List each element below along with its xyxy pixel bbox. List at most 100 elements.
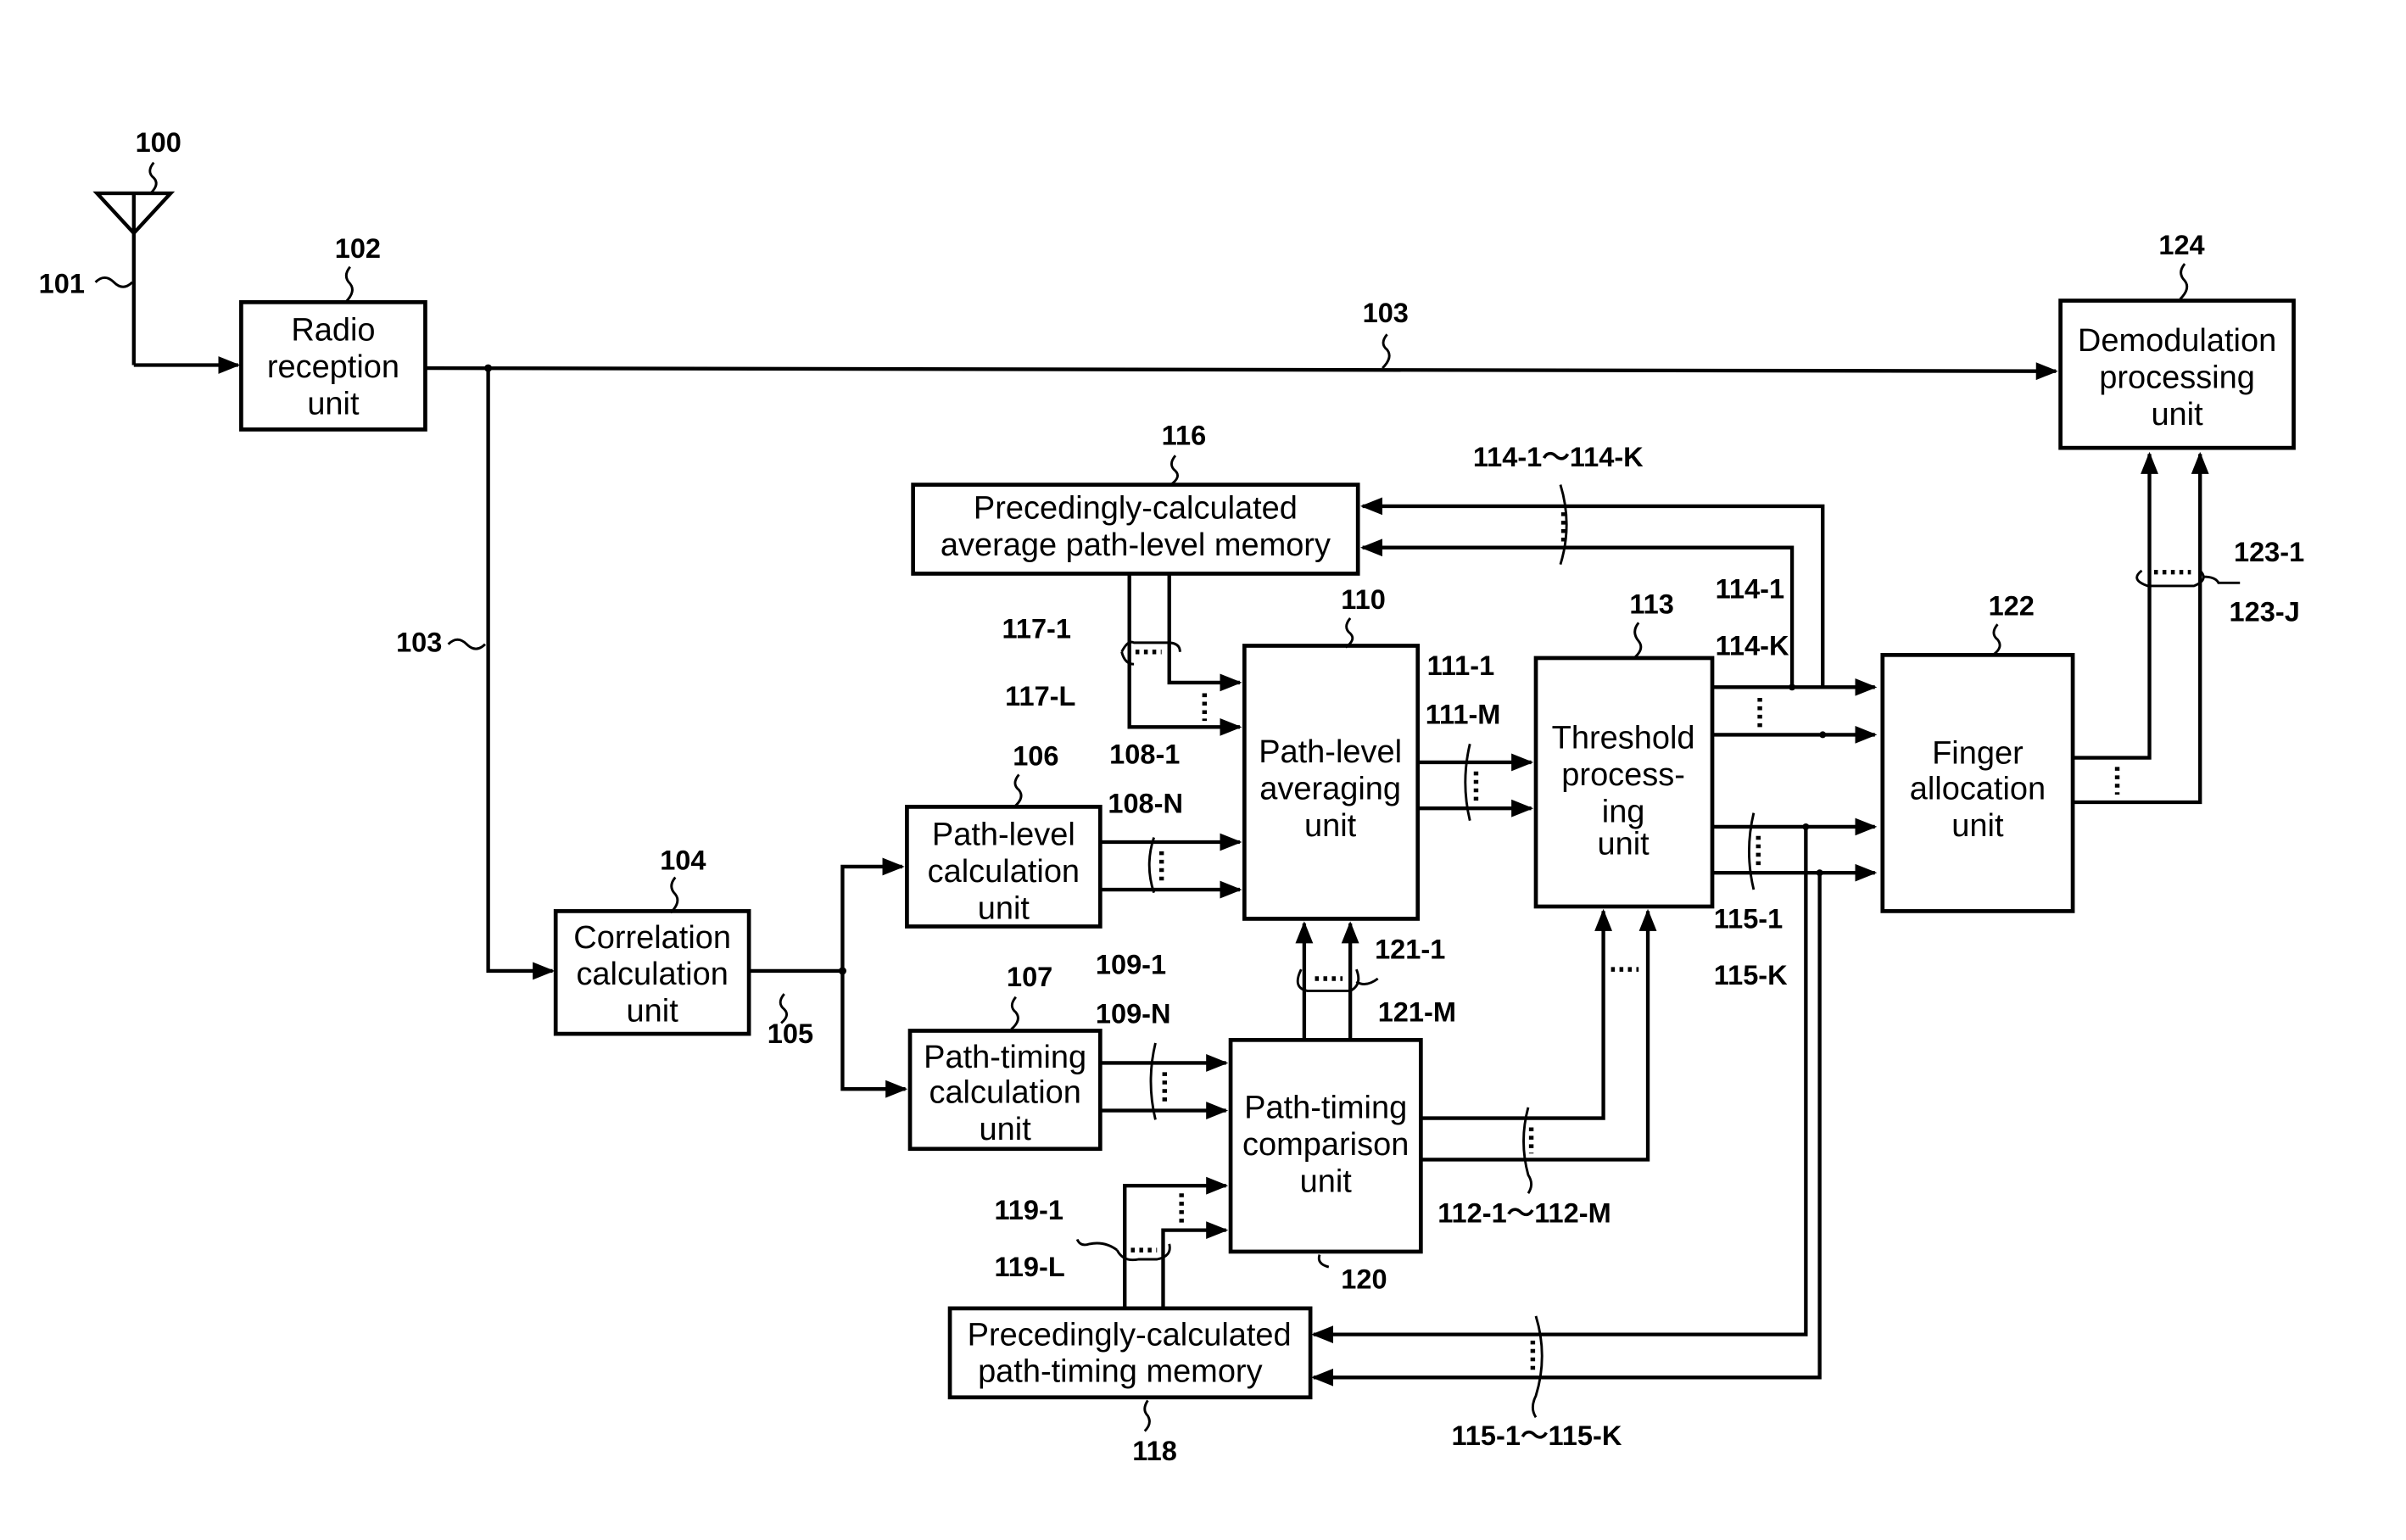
- block-text: comparison: [1242, 1127, 1409, 1163]
- leader: [1143, 1399, 1151, 1432]
- bracket: [1522, 1107, 1533, 1195]
- signal-label-114-range: 114-1～114-K: [1473, 442, 1644, 472]
- block-demodulation-processing-unit[interactable]: Demodulation processing unit: [2058, 299, 2296, 450]
- block-text: calculation: [929, 1075, 1080, 1111]
- block-text: path-timing memory: [978, 1354, 1263, 1390]
- signal-label-121-1: 121-1: [1375, 934, 1445, 964]
- block-path-timing-calculation-unit[interactable]: Path-timing calculation unit: [907, 1029, 1103, 1152]
- block-text: unit: [1597, 826, 1650, 862]
- ref-label-120: 120: [1341, 1264, 1387, 1294]
- block-text: unit: [1951, 808, 2004, 844]
- signal-label-112-range: 112-1～112-M: [1437, 1198, 1611, 1229]
- signal-label-115-K: 115-K: [1714, 960, 1788, 990]
- block-text: unit: [980, 1112, 1032, 1147]
- block-text: unit: [627, 994, 679, 1029]
- leader: [1992, 623, 2001, 656]
- signal-label-103: 103: [1363, 298, 1409, 328]
- block-text: allocation: [1910, 771, 2046, 806]
- block-average-path-level-memory[interactable]: Precedingly-calculated average path-leve…: [911, 483, 1360, 576]
- block-text: averaging: [1259, 771, 1401, 806]
- leader: [148, 161, 158, 194]
- block-text: Demodulation: [2078, 323, 2276, 359]
- block-text: Path-timing: [924, 1040, 1086, 1075]
- leader: [344, 265, 354, 304]
- block-text: ing: [1602, 794, 1645, 829]
- block-path-timing-memory[interactable]: Precedingly-calculated path-timing memor…: [947, 1306, 1313, 1400]
- bracket: [1747, 812, 1756, 890]
- leader: [1010, 996, 1019, 1030]
- signal-105-to-107: [840, 970, 908, 1098]
- signal-103-top: [425, 362, 2058, 381]
- block-text: unit: [2151, 397, 2203, 432]
- block-text: Finger: [1932, 736, 2024, 772]
- signal-112-M: [1421, 908, 1657, 1162]
- signal-label-115-range: 115-1～115-K: [1452, 1420, 1622, 1451]
- signal-label-121-M: 121-M: [1378, 997, 1456, 1028]
- signal-label-111-M: 111-M: [1426, 700, 1501, 730]
- block-threshold-processing-unit[interactable]: Threshold process- ing unit: [1533, 656, 1715, 909]
- block-correlation-calculation-unit[interactable]: Correlation calculation unit: [553, 909, 751, 1036]
- signal-label-114-1: 114-1: [1716, 573, 1784, 604]
- signal-label-115-1: 115-1: [1714, 903, 1783, 934]
- block-text: processing: [2099, 360, 2255, 396]
- signal-123-J: [2073, 451, 2209, 805]
- block-text: unit: [1304, 808, 1357, 844]
- block-finger-allocation-unit[interactable]: Finger allocation unit: [1880, 652, 2075, 913]
- leader: [2179, 263, 2189, 300]
- ref-label-107: 107: [1007, 962, 1052, 992]
- leader: [1170, 455, 1180, 486]
- block-text: process-: [1561, 757, 1685, 793]
- signal-119-L: [1161, 1221, 1229, 1308]
- block-text: calculation: [928, 854, 1080, 890]
- signal-label-123-J: 123-J: [2230, 597, 2300, 628]
- leader: [1344, 617, 1354, 649]
- signal-119-1: [1123, 1176, 1229, 1308]
- block-text: average path-level memory: [941, 527, 1331, 563]
- signal-label-123-1: 123-1: [2234, 537, 2304, 567]
- block-text: Path-level: [1259, 734, 1402, 770]
- signal-103-down: [486, 368, 555, 980]
- signal-label-103-b: 103: [396, 628, 442, 658]
- block-path-level-averaging-unit[interactable]: Path-level averaging unit: [1242, 644, 1421, 921]
- signal-label-109-1: 109-1: [1096, 950, 1166, 980]
- signal-label-105: 105: [768, 1018, 813, 1049]
- bracket: [1147, 837, 1155, 894]
- signal-label-117-L: 117-L: [1005, 681, 1075, 711]
- ref-label-104: 104: [660, 845, 706, 876]
- ref-label-106: 106: [1013, 741, 1058, 772]
- signal-label-114-K: 114-K: [1716, 630, 1789, 661]
- signal-123-1: [2073, 451, 2158, 760]
- signal-label-119-1: 119-1: [995, 1195, 1063, 1225]
- block-path-timing-comparison-unit[interactable]: Path-timing comparison unit: [1228, 1037, 1423, 1254]
- ref-label-122: 122: [1989, 590, 2035, 621]
- leader: [1633, 622, 1643, 660]
- signal-label-108-N: 108-N: [1108, 789, 1183, 819]
- ref-label-116: 116: [1162, 421, 1207, 451]
- signal-label-119-L: 119-L: [995, 1252, 1065, 1282]
- block-text: Precedingly-calculated: [974, 490, 1298, 526]
- leader: [1382, 333, 1391, 370]
- signal-label-108-1: 108-1: [1109, 739, 1180, 770]
- signal-105-to-106: [840, 857, 905, 971]
- leader: [669, 876, 679, 914]
- block-text: Threshold: [1552, 721, 1695, 756]
- block-radio-reception-unit[interactable]: Radio reception unit: [239, 299, 427, 432]
- junction: [1789, 684, 1796, 691]
- bracket: [1296, 968, 1379, 992]
- block-diagram: 100 101 Radio reception unit 102 103 103…: [0, 0, 2406, 1540]
- block-path-level-calculation-unit[interactable]: Path-level calculation unit: [905, 805, 1103, 929]
- block-text: reception: [267, 349, 399, 385]
- ref-label-124: 124: [2158, 230, 2204, 260]
- ref-label-118: 118: [1132, 1436, 1177, 1466]
- block-text: calculation: [576, 957, 728, 992]
- ref-label-113: 113: [1629, 589, 1674, 620]
- signal-117-L: [1167, 573, 1242, 692]
- leader: [94, 276, 134, 288]
- ref-label-100: 100: [136, 127, 181, 158]
- block-text: unit: [978, 890, 1030, 926]
- bracket: [1149, 1042, 1157, 1120]
- ref-label-102: 102: [335, 233, 381, 264]
- leader: [1013, 773, 1023, 808]
- block-text: Path-level: [932, 817, 1075, 853]
- block-text: Radio: [291, 313, 375, 349]
